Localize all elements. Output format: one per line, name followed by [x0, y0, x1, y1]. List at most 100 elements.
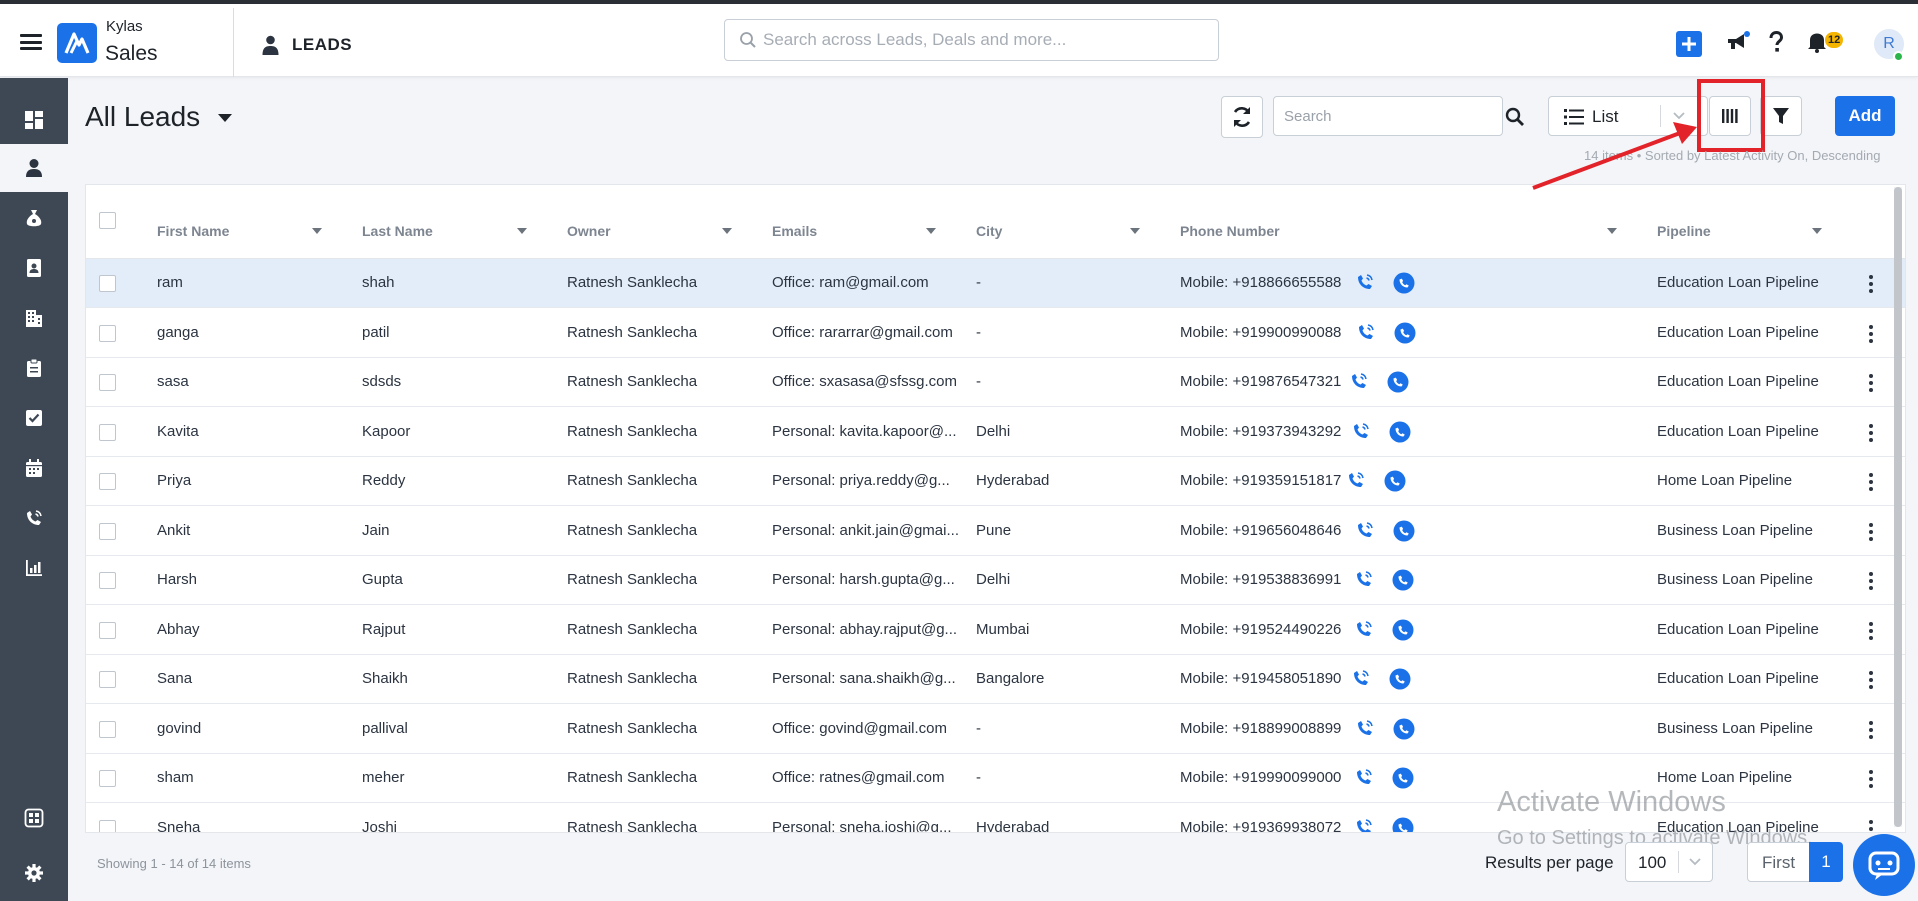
sidebar-item-dashboard[interactable]: [0, 96, 68, 144]
cell-first-name[interactable]: govind: [157, 720, 201, 737]
voip-call-icon[interactable]: [1354, 618, 1374, 640]
sidebar-item-apps[interactable]: [0, 794, 68, 842]
phone-call-icon[interactable]: [1392, 619, 1414, 641]
select-all-checkbox[interactable]: [99, 212, 116, 229]
cell-email[interactable]: Office: sxasasa@sfssg.com: [772, 373, 957, 390]
table-row[interactable]: Harsh Gupta Ratnesh Sanklecha Personal: har…: [86, 556, 1905, 605]
cell-first-name[interactable]: Ankit: [157, 522, 190, 539]
sidebar-item-meetings[interactable]: [0, 444, 68, 492]
table-row[interactable]: ram shah Ratnesh Sanklecha Office: ram@gmai…: [86, 259, 1905, 308]
sidebar-item-companies[interactable]: [0, 294, 68, 342]
table-row[interactable]: Abhay Rajput Ratnesh Sanklecha Personal: ab…: [86, 606, 1905, 655]
sort-caret-icon[interactable]: [312, 228, 322, 234]
help-icon[interactable]: [1768, 31, 1784, 53]
cell-email[interactable]: Personal: ankit.jain@gmai...: [772, 522, 959, 539]
sort-caret-icon[interactable]: [1130, 228, 1140, 234]
hamburger-menu-icon[interactable]: [20, 34, 42, 50]
cell-email[interactable]: Personal: priya.reddy@g...: [772, 472, 950, 489]
row-checkbox[interactable]: [99, 572, 116, 589]
row-more-options-icon[interactable]: [1869, 522, 1873, 541]
cell-first-name[interactable]: Priya: [157, 472, 191, 489]
cell-phone[interactable]: Mobile: +919373943292: [1180, 423, 1341, 440]
cell-first-name[interactable]: Sana: [157, 670, 192, 687]
row-checkbox[interactable]: [99, 275, 116, 292]
row-more-options-icon[interactable]: [1869, 770, 1873, 788]
cell-email[interactable]: Personal: harsh.gupta@g...: [772, 571, 955, 588]
cell-first-name[interactable]: Harsh: [157, 571, 197, 588]
cell-email[interactable]: Office: ram@gmail.com: [772, 274, 929, 291]
cell-phone[interactable]: Mobile: +919990099000: [1180, 769, 1341, 786]
search-icon[interactable]: [1505, 107, 1525, 127]
filter-button[interactable]: [1760, 96, 1802, 136]
cell-phone[interactable]: Mobile: +919876547321: [1180, 373, 1341, 390]
phone-call-icon[interactable]: [1392, 569, 1414, 591]
row-more-options-icon[interactable]: [1869, 621, 1873, 640]
cell-email[interactable]: Personal: abhay.rajput@g...: [772, 621, 957, 638]
scrollbar-thumb[interactable]: [1894, 187, 1902, 827]
sort-caret-icon[interactable]: [926, 228, 936, 234]
row-more-options-icon[interactable]: [1869, 473, 1873, 491]
row-checkbox[interactable]: [99, 522, 116, 540]
cell-first-name[interactable]: sasa: [157, 373, 189, 390]
phone-call-icon[interactable]: [1392, 767, 1414, 789]
table-row[interactable]: govind pallival Ratnesh Sanklecha Office: g…: [86, 705, 1905, 754]
phone-call-icon[interactable]: [1393, 272, 1415, 294]
sidebar-item-deals[interactable]: [0, 194, 68, 242]
list-search[interactable]: [1273, 96, 1524, 136]
cell-email[interactable]: Personal: sana.shaikh@g...: [772, 670, 956, 687]
cell-first-name[interactable]: sham: [157, 769, 194, 786]
phone-call-icon[interactable]: [1387, 371, 1409, 393]
sort-caret-icon[interactable]: [517, 228, 527, 234]
column-header-owner[interactable]: Owner: [567, 223, 611, 239]
sidebar-item-tasks[interactable]: [0, 394, 68, 442]
cell-first-name[interactable]: Kavita: [157, 423, 199, 440]
cell-first-name[interactable]: Sneha: [157, 819, 200, 833]
cell-first-name[interactable]: ganga: [157, 324, 199, 341]
row-more-options-icon[interactable]: [1869, 324, 1873, 343]
cell-phone[interactable]: Mobile: +918866655588: [1180, 274, 1341, 291]
column-header-city[interactable]: City: [976, 223, 1002, 239]
cell-email[interactable]: Personal: sneha.joshi@g...: [772, 819, 952, 833]
voip-call-icon[interactable]: [1355, 717, 1375, 739]
row-checkbox[interactable]: [99, 621, 116, 639]
phone-call-icon[interactable]: [1389, 421, 1411, 443]
table-row[interactable]: sasa sdsds Ratnesh Sanklecha Office: sxasas…: [86, 358, 1905, 407]
row-checkbox[interactable]: [99, 374, 116, 391]
row-more-options-icon[interactable]: [1869, 374, 1873, 392]
sort-caret-icon[interactable]: [1812, 228, 1822, 234]
row-more-options-icon[interactable]: [1869, 572, 1873, 590]
quick-add-button[interactable]: [1676, 31, 1702, 57]
sidebar-item-leads[interactable]: [0, 144, 68, 192]
sidebar-item-quotations[interactable]: [0, 344, 68, 392]
row-checkbox[interactable]: [99, 819, 116, 832]
column-header-phone-number[interactable]: Phone Number: [1180, 223, 1280, 239]
current-page-button[interactable]: 1: [1809, 842, 1843, 882]
cell-phone[interactable]: Mobile: +919369938072: [1180, 819, 1341, 833]
row-checkbox[interactable]: [99, 720, 116, 738]
cell-phone[interactable]: Mobile: +919538836991: [1180, 571, 1341, 588]
chat-support-button[interactable]: [1853, 834, 1915, 896]
row-checkbox[interactable]: [99, 423, 116, 441]
cell-phone[interactable]: Mobile: +919458051890: [1180, 670, 1341, 687]
sidebar-item-contacts[interactable]: [0, 244, 68, 292]
global-search-input[interactable]: [763, 20, 1203, 60]
page-title[interactable]: All Leads: [85, 101, 200, 133]
cell-phone[interactable]: Mobile: +919656048646: [1180, 522, 1341, 539]
voip-call-icon[interactable]: [1354, 816, 1374, 834]
cell-email[interactable]: Office: rararrar@gmail.com: [772, 324, 953, 341]
cell-first-name[interactable]: ram: [157, 274, 183, 291]
voip-call-icon[interactable]: [1355, 271, 1375, 293]
column-header-emails[interactable]: Emails: [772, 223, 817, 239]
cell-email[interactable]: Personal: kavita.kapoor@...: [772, 423, 956, 440]
table-row[interactable]: Priya Reddy Ratnesh Sanklecha Personal: pri…: [86, 457, 1905, 506]
table-row[interactable]: ganga patil Ratnesh Sanklecha Office: rarar…: [86, 309, 1905, 358]
cell-first-name[interactable]: Abhay: [157, 621, 200, 638]
refresh-button[interactable]: [1221, 96, 1263, 138]
view-type-select[interactable]: List: [1548, 96, 1708, 136]
voip-call-icon[interactable]: [1346, 469, 1366, 491]
table-row[interactable]: Ankit Jain Ratnesh Sanklecha Personal: anki…: [86, 507, 1905, 556]
row-more-options-icon[interactable]: [1869, 720, 1873, 739]
cell-phone[interactable]: Mobile: +919900990088: [1180, 324, 1341, 341]
voip-call-icon[interactable]: [1354, 766, 1374, 788]
voip-call-icon[interactable]: [1356, 321, 1376, 343]
